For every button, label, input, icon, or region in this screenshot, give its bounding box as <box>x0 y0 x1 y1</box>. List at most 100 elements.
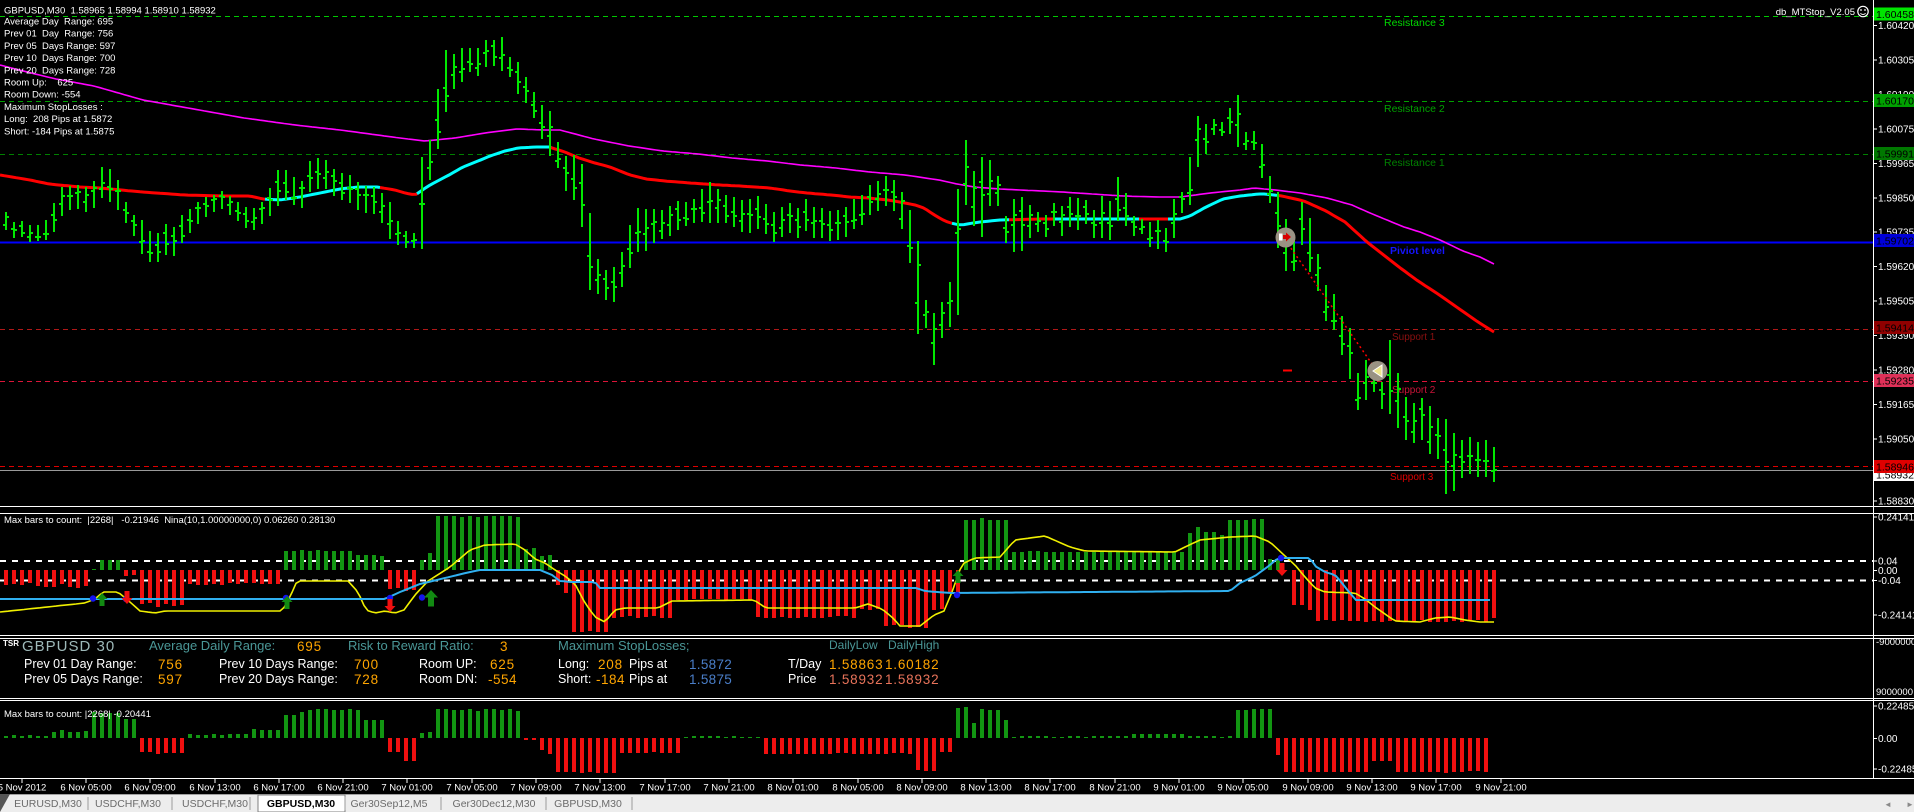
svg-text:Long: 208 Pips at 1.5872: Long: 208 Pips at 1.5872 <box>4 114 112 125</box>
svg-text:1.5875: 1.5875 <box>689 672 732 687</box>
svg-text:6 Nov 13:00: 6 Nov 13:00 <box>189 783 240 794</box>
svg-text:►: ► <box>1906 800 1914 809</box>
svg-text:T/Day: T/Day <box>788 657 822 671</box>
svg-text:1.58946: 1.58946 <box>1876 462 1914 474</box>
svg-text:GBPUSD,M30: GBPUSD,M30 <box>267 798 335 810</box>
svg-text:Maximum StopLosses;: Maximum StopLosses; <box>558 638 690 653</box>
svg-text:Piviot level: Piviot level <box>1390 245 1445 257</box>
svg-text:USDCHF,M30: USDCHF,M30 <box>182 798 248 810</box>
svg-text:1.60420: 1.60420 <box>1878 21 1914 32</box>
svg-text:-554: -554 <box>488 672 517 687</box>
svg-text:728: 728 <box>354 672 379 687</box>
svg-text:597: 597 <box>158 672 183 687</box>
svg-text:1.59505: 1.59505 <box>1878 297 1914 308</box>
svg-text:1.59414: 1.59414 <box>1876 323 1914 335</box>
svg-text:8 Nov 21:00: 8 Nov 21:00 <box>1089 783 1140 794</box>
svg-text:Prev 01 Day Range:: Prev 01 Day Range: <box>24 657 137 671</box>
svg-text:Prev 01 Day Range: 756: Prev 01 Day Range: 756 <box>4 29 113 40</box>
svg-text:Max bars to count: |2268| -0.2: Max bars to count: |2268| -0.20441 <box>4 709 151 720</box>
svg-text:1.58830: 1.58830 <box>1878 497 1914 508</box>
svg-text:6 Nov 17:00: 6 Nov 17:00 <box>253 783 304 794</box>
svg-text:Ger30Sep12,M5: Ger30Sep12,M5 <box>350 798 427 810</box>
svg-text:-0.24141: -0.24141 <box>1878 611 1914 622</box>
svg-text:9 Nov 21:00: 9 Nov 21:00 <box>1475 783 1526 794</box>
svg-text:Pips at: Pips at <box>629 672 668 686</box>
svg-text:1.59850: 1.59850 <box>1878 193 1914 204</box>
svg-text:DailyHigh: DailyHigh <box>888 638 939 652</box>
svg-text:5 Nov 2012: 5 Nov 2012 <box>0 783 46 794</box>
svg-text:7 Nov 01:00: 7 Nov 01:00 <box>381 783 432 794</box>
svg-text:9 Nov 17:00: 9 Nov 17:00 <box>1410 783 1461 794</box>
svg-text:Maximum StopLosses :: Maximum StopLosses : <box>4 102 103 113</box>
svg-text:1.59235: 1.59235 <box>1876 376 1914 388</box>
svg-text:7 Nov 05:00: 7 Nov 05:00 <box>446 783 497 794</box>
svg-text:Prev 20 Days Range:: Prev 20 Days Range: <box>219 672 338 686</box>
svg-text:Max bars to count: |2268| -: Max bars to count: |2268| -0.21946 Nina(… <box>4 515 335 526</box>
svg-text:-184: -184 <box>596 672 625 687</box>
svg-text:Price: Price <box>788 672 817 686</box>
svg-text:Pips at: Pips at <box>629 657 668 671</box>
svg-text:Ger30Dec12,M30: Ger30Dec12,M30 <box>453 798 536 810</box>
svg-text:700: 700 <box>354 657 379 672</box>
svg-text:1.59050: 1.59050 <box>1878 434 1914 445</box>
svg-text:Room DN:: Room DN: <box>419 672 477 686</box>
svg-text:EURUSD,M30: EURUSD,M30 <box>14 798 82 810</box>
svg-text:db_MTStop_V2.05: db_MTStop_V2.05 <box>1776 7 1855 18</box>
svg-text:0.22485: 0.22485 <box>1878 702 1914 713</box>
svg-text:Prev 20 Days Range: 728: Prev 20 Days Range: 728 <box>4 65 115 76</box>
svg-text:Room Down: -554: Room Down: -554 <box>4 90 81 101</box>
svg-text:1.59620: 1.59620 <box>1878 262 1914 273</box>
svg-text:Risk to Reward Ratio:: Risk to Reward Ratio: <box>348 638 474 653</box>
svg-text:7 Nov 21:00: 7 Nov 21:00 <box>703 783 754 794</box>
svg-text:6 Nov 05:00: 6 Nov 05:00 <box>60 783 111 794</box>
svg-text:Prev 05 Days Range:: Prev 05 Days Range: <box>24 672 143 686</box>
svg-text:9000000: 9000000 <box>1876 687 1913 698</box>
svg-text:1.58863: 1.58863 <box>829 657 883 672</box>
svg-text:7 Nov 17:00: 7 Nov 17:00 <box>639 783 690 794</box>
svg-text:Resistance 1: Resistance 1 <box>1384 157 1445 169</box>
svg-text:Prev 10 Days Range: 700: Prev 10 Days Range: 700 <box>4 53 115 64</box>
svg-text:6 Nov 09:00: 6 Nov 09:00 <box>124 783 175 794</box>
svg-text:-0.22485: -0.22485 <box>1878 765 1914 776</box>
svg-text:1.59991: 1.59991 <box>1876 149 1914 161</box>
svg-text:1.58932: 1.58932 <box>885 672 939 687</box>
svg-text:8 Nov 13:00: 8 Nov 13:00 <box>960 783 1011 794</box>
svg-text:DailyLow: DailyLow <box>829 638 878 652</box>
svg-text:9 Nov 01:00: 9 Nov 01:00 <box>1153 783 1204 794</box>
svg-text:Room Up: 625: Room Up: 625 <box>4 78 73 89</box>
svg-text:7 Nov 09:00: 7 Nov 09:00 <box>510 783 561 794</box>
svg-text:1.60182: 1.60182 <box>885 657 939 672</box>
svg-text:Short: -184 Pips at 1.5875: Short: -184 Pips at 1.5875 <box>4 126 114 137</box>
svg-text:Average Day Range: 695: Average Day Range: 695 <box>4 17 113 28</box>
svg-text:208: 208 <box>598 657 623 672</box>
svg-text:8 Nov 01:00: 8 Nov 01:00 <box>767 783 818 794</box>
svg-text:3: 3 <box>500 639 508 654</box>
svg-text:-9000000: -9000000 <box>1876 637 1914 648</box>
svg-text:0.24141: 0.24141 <box>1878 513 1914 524</box>
svg-text:8 Nov 09:00: 8 Nov 09:00 <box>896 783 947 794</box>
svg-text:Short:: Short: <box>558 672 591 686</box>
svg-text:Resistance 3: Resistance 3 <box>1384 17 1445 29</box>
svg-text:1.60458: 1.60458 <box>1876 9 1914 21</box>
svg-text:1.59165: 1.59165 <box>1878 400 1914 411</box>
svg-text:8 Nov 17:00: 8 Nov 17:00 <box>1024 783 1075 794</box>
svg-text:1.58932: 1.58932 <box>829 672 883 687</box>
svg-text:0.00: 0.00 <box>1878 734 1898 745</box>
svg-text:1.60305: 1.60305 <box>1878 56 1914 67</box>
svg-text:6 Nov 21:00: 6 Nov 21:00 <box>317 783 368 794</box>
svg-text:-0.04: -0.04 <box>1878 576 1901 587</box>
svg-text:1.59702: 1.59702 <box>1876 236 1914 248</box>
svg-text:Resistance 2: Resistance 2 <box>1384 103 1445 115</box>
svg-text:9 Nov 13:00: 9 Nov 13:00 <box>1346 783 1397 794</box>
svg-text:Support 3: Support 3 <box>1390 472 1434 483</box>
svg-text:695: 695 <box>297 639 322 654</box>
svg-text:Prev 05 Days Range: 597: Prev 05 Days Range: 597 <box>4 41 115 52</box>
svg-text:GBPUSD,M30 1.58965 1.58994 1.: GBPUSD,M30 1.58965 1.58994 1.58910 1.589… <box>4 6 216 17</box>
svg-text:◄: ◄ <box>1884 800 1892 809</box>
svg-text:9 Nov 09:00: 9 Nov 09:00 <box>1282 783 1333 794</box>
svg-text:Average Daily Range:: Average Daily Range: <box>149 638 275 653</box>
svg-text:1.60075: 1.60075 <box>1878 124 1914 135</box>
svg-text:Room UP:: Room UP: <box>419 657 477 671</box>
svg-text:Support 1: Support 1 <box>1392 332 1436 343</box>
svg-text:756: 756 <box>158 657 183 672</box>
